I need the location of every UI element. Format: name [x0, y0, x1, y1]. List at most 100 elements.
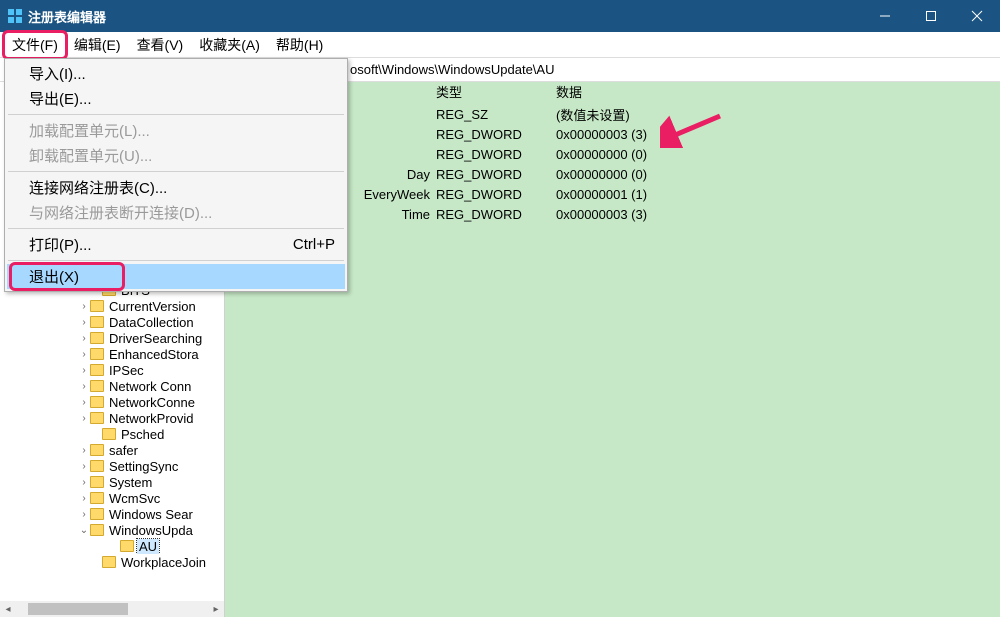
window-controls — [862, 0, 1000, 32]
menu-help[interactable]: 帮助(H) — [268, 32, 331, 58]
tree-item[interactable]: AU — [0, 538, 210, 554]
col-header-type[interactable]: 类型 — [430, 82, 550, 104]
tree-item[interactable]: ›System — [0, 474, 210, 490]
menu-view[interactable]: 查看(V) — [129, 32, 192, 58]
close-button[interactable] — [954, 0, 1000, 32]
expander-icon[interactable]: › — [78, 317, 90, 328]
horizontal-scrollbar[interactable]: ◂ ▸ — [0, 601, 224, 617]
menu-item-label: 卸载配置单元(U)... — [29, 145, 335, 166]
cell-data: 0x00000003 (3) — [550, 127, 1000, 142]
cell-data: 0x00000003 (3) — [550, 207, 1000, 222]
menu-separator — [8, 114, 344, 115]
cell-type: REG_SZ — [430, 107, 550, 122]
tree-item-label: SettingSync — [107, 459, 180, 474]
menu-item-0[interactable]: 导入(I)... — [7, 61, 345, 86]
scroll-right-arrow-icon[interactable]: ▸ — [208, 601, 224, 617]
menu-item-1[interactable]: 导出(E)... — [7, 86, 345, 111]
tree-item-label: WindowsUpda — [107, 523, 195, 538]
tree-item[interactable]: › Windows Sear — [0, 506, 210, 522]
tree-item[interactable]: › DataCollection — [0, 314, 210, 330]
folder-icon — [90, 476, 104, 488]
cell-type: REG_DWORD — [430, 147, 550, 162]
tree-item-label: NetworkConne — [107, 395, 197, 410]
tree-item[interactable]: › NetworkProvid — [0, 410, 210, 426]
tree-item[interactable]: › Network Conn — [0, 378, 210, 394]
menu-item-shortcut: Ctrl+P — [293, 236, 335, 253]
menu-separator — [8, 228, 344, 229]
tree-item-label: AU — [137, 539, 159, 554]
folder-icon — [90, 348, 104, 360]
col-header-data[interactable]: 数据 — [550, 82, 1000, 104]
folder-icon — [90, 412, 104, 424]
menu-item-label: 退出(X) — [29, 266, 335, 287]
minimize-button[interactable] — [862, 0, 908, 32]
menu-separator — [8, 171, 344, 172]
tree-item-label: Network Conn — [107, 379, 193, 394]
tree-item[interactable]: › SettingSync — [0, 458, 210, 474]
cell-type: REG_DWORD — [430, 187, 550, 202]
app-icon — [8, 9, 22, 23]
menu-item-4: 卸载配置单元(U)... — [7, 143, 345, 168]
tree-item[interactable]: › EnhancedStora — [0, 346, 210, 362]
menu-item-label: 加载配置单元(L)... — [29, 120, 335, 141]
tree-item[interactable]: ›CurrentVersion — [0, 298, 210, 314]
cell-data: 0x00000000 (0) — [550, 167, 1000, 182]
scroll-left-arrow-icon[interactable]: ◂ — [0, 601, 16, 617]
expander-icon[interactable]: › — [78, 461, 90, 472]
expander-icon[interactable]: › — [78, 509, 90, 520]
menu-edit[interactable]: 编辑(E) — [66, 32, 129, 58]
folder-icon — [90, 380, 104, 392]
menu-item-9[interactable]: 打印(P)...Ctrl+P — [7, 232, 345, 257]
expander-icon[interactable]: › — [78, 381, 90, 392]
menu-item-label: 与网络注册表断开连接(D)... — [29, 202, 335, 223]
tree-item-label: DataCollection — [107, 315, 196, 330]
menu-favorites[interactable]: 收藏夹(A) — [191, 32, 268, 58]
expander-icon[interactable]: › — [78, 365, 90, 376]
tree-item[interactable]: WorkplaceJoin — [0, 554, 210, 570]
tree-item-label: Psched — [119, 427, 166, 442]
expander-icon[interactable]: › — [78, 397, 90, 408]
menu-item-7: 与网络注册表断开连接(D)... — [7, 200, 345, 225]
expander-icon[interactable]: › — [78, 445, 90, 456]
expander-icon[interactable]: › — [78, 349, 90, 360]
cell-data: 0x00000000 (0) — [550, 147, 1000, 162]
menu-file[interactable]: 文件(F) — [4, 32, 66, 58]
expander-icon[interactable]: › — [78, 333, 90, 344]
tree-item[interactable]: › IPSec — [0, 362, 210, 378]
tree-item-label: EnhancedStora — [107, 347, 201, 362]
tree-item[interactable]: › NetworkConne — [0, 394, 210, 410]
folder-icon — [90, 460, 104, 472]
expander-icon[interactable]: ⌄ — [78, 525, 90, 536]
menubar: 文件(F) 编辑(E) 查看(V) 收藏夹(A) 帮助(H) — [0, 32, 1000, 58]
expander-icon[interactable]: › — [78, 301, 90, 312]
tree-item-label: NetworkProvid — [107, 411, 196, 426]
folder-icon — [102, 428, 116, 440]
tree-item[interactable]: ⌄ WindowsUpda — [0, 522, 210, 538]
folder-icon — [90, 332, 104, 344]
cell-type: REG_DWORD — [430, 167, 550, 182]
folder-icon — [90, 444, 104, 456]
tree-item[interactable]: ›DriverSearching — [0, 330, 210, 346]
folder-icon — [90, 316, 104, 328]
menu-item-6[interactable]: 连接网络注册表(C)... — [7, 175, 345, 200]
tree-item-label: Windows Sear — [107, 507, 195, 522]
maximize-button[interactable] — [908, 0, 954, 32]
titlebar: 注册表编辑器 — [0, 0, 1000, 32]
tree-item[interactable]: Psched — [0, 426, 210, 442]
window-title: 注册表编辑器 — [28, 7, 862, 26]
menu-item-label: 导出(E)... — [29, 88, 335, 109]
scrollbar-thumb[interactable] — [28, 603, 128, 615]
address-path: osoft\Windows\WindowsUpdate\AU — [350, 62, 554, 77]
expander-icon[interactable]: › — [78, 477, 90, 488]
expander-icon[interactable]: › — [78, 413, 90, 424]
cell-type: REG_DWORD — [430, 127, 550, 142]
folder-icon — [90, 364, 104, 376]
tree-item[interactable]: › WcmSvc — [0, 490, 210, 506]
menu-separator — [8, 260, 344, 261]
tree-item[interactable]: ›safer — [0, 442, 210, 458]
tree-item-label: IPSec — [107, 363, 146, 378]
expander-icon[interactable]: › — [78, 493, 90, 504]
tree-item-label: WcmSvc — [107, 491, 162, 506]
menu-item-11[interactable]: 退出(X) — [7, 264, 345, 289]
cell-data: (数值未设置) — [550, 105, 1000, 124]
